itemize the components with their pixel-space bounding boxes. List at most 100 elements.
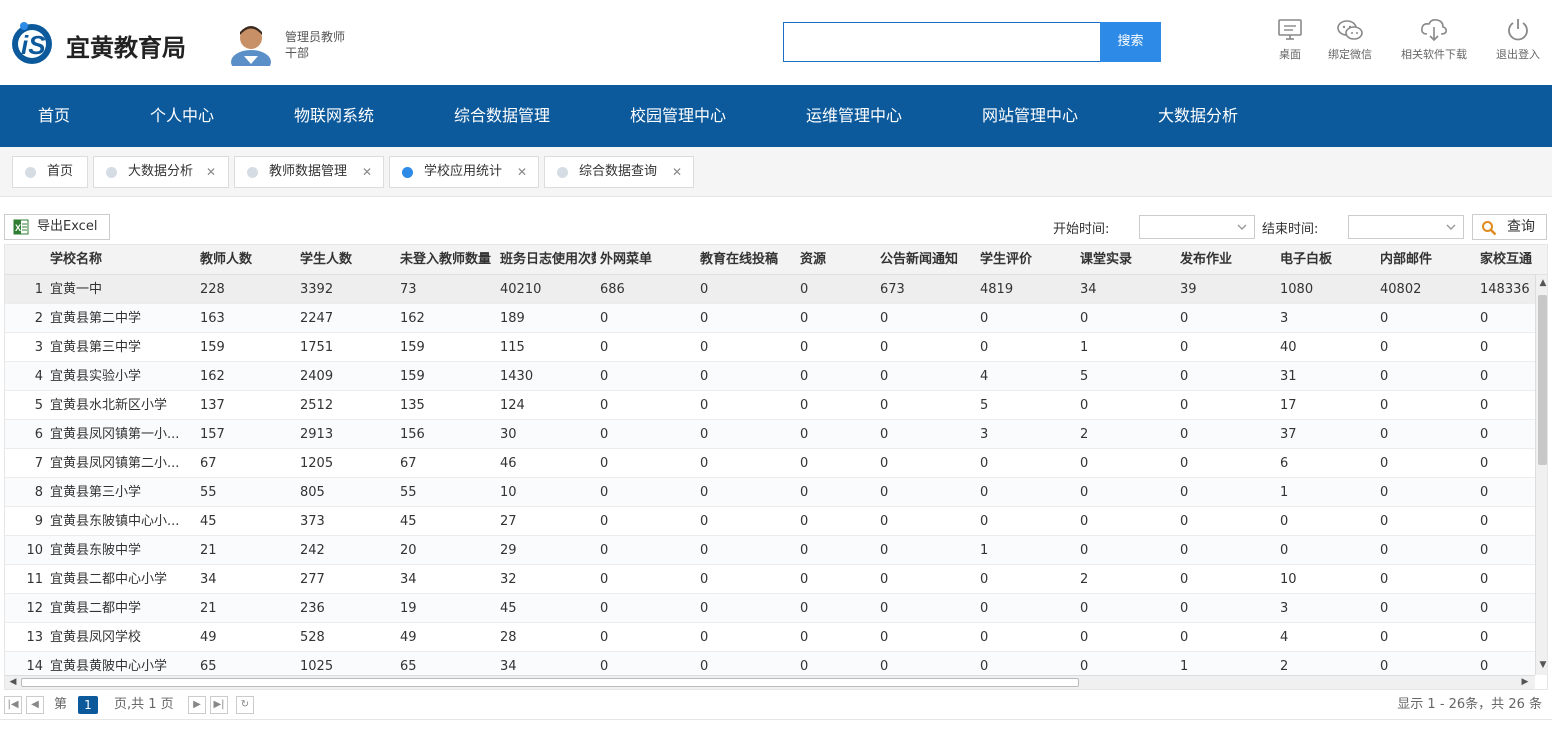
- tab-school-stats[interactable]: 学校应用统计 ✕: [389, 156, 539, 188]
- next-page-icon[interactable]: ▶: [188, 696, 206, 714]
- nav-personal-center[interactable]: 个人中心: [150, 85, 214, 147]
- table-cell: 0: [1480, 601, 1489, 616]
- export-excel-button[interactable]: X 导出Excel: [4, 214, 110, 240]
- table-cell: 0: [1180, 311, 1189, 326]
- nav-home[interactable]: 首页: [38, 85, 70, 147]
- table-cell: 0: [980, 485, 989, 500]
- scroll-up-icon[interactable]: ▲: [1537, 277, 1547, 289]
- table-cell: 3: [1280, 601, 1289, 616]
- header-desktop[interactable]: 桌面: [1276, 18, 1304, 62]
- header-logout[interactable]: 退出登入: [1493, 18, 1543, 62]
- table-row[interactable]: 6 宜黄县凤冈镇第一小... 157 2913 156 30 0 0 0 0 3 2 0 37 0 0: [5, 420, 1535, 449]
- table-row[interactable]: 8 宜黄县第三小学 55 805 55 10 0 0 0 0 0 0 0 1 0 0: [5, 478, 1535, 507]
- table-row[interactable]: 2 宜黄县第二中学 163 2247 162 189 0 0 0 0 0 0 0 3 0 0: [5, 304, 1535, 333]
- vertical-scrollbar[interactable]: ▲ ▼: [1535, 275, 1547, 675]
- start-time-select[interactable]: [1139, 215, 1255, 239]
- close-icon[interactable]: ✕: [517, 157, 527, 187]
- tab-home[interactable]: 首页: [12, 156, 88, 188]
- query-button[interactable]: 查询: [1472, 214, 1547, 240]
- tab-data-query[interactable]: 综合数据查询 ✕: [544, 156, 694, 188]
- table-cell: 2409: [300, 369, 334, 384]
- column-header[interactable]: 电子白板: [1280, 245, 1375, 275]
- header-wechat[interactable]: 绑定微信: [1326, 18, 1374, 62]
- end-time-select[interactable]: [1348, 215, 1464, 239]
- horizontal-scrollbar[interactable]: ◀ ▶: [5, 675, 1535, 689]
- scroll-right-icon[interactable]: ▶: [1519, 676, 1531, 688]
- table-cell: 0: [800, 311, 809, 326]
- table-row[interactable]: 1 宜黄一中 228 3392 73 40210 686 0 0 673 4819 34 39 1080 4…: [5, 275, 1535, 304]
- search-input[interactable]: [783, 22, 1101, 62]
- column-header[interactable]: 未登入教师数量: [400, 245, 496, 275]
- desktop-icon: [1276, 18, 1304, 42]
- table-row[interactable]: 4 宜黄县实验小学 162 2409 159 1430 0 0 0 0 4 5 0 31 0 0: [5, 362, 1535, 391]
- row-number: 2: [34, 311, 43, 326]
- close-icon[interactable]: ✕: [362, 157, 372, 187]
- table-row[interactable]: 13 宜黄县凤冈学校 49 528 49 28 0 0 0 0 0 0 0 4 0 0: [5, 623, 1535, 652]
- tab-big-data[interactable]: 大数据分析 ✕: [93, 156, 229, 188]
- table-cell: 0: [1280, 514, 1289, 529]
- table-cell: 0: [600, 485, 609, 500]
- column-header[interactable]: 学校名称: [50, 245, 190, 275]
- column-header[interactable]: 发布作业: [1180, 245, 1275, 275]
- column-header[interactable]: 资源: [800, 245, 875, 275]
- column-header[interactable]: 课堂实录: [1080, 245, 1175, 275]
- scroll-left-icon[interactable]: ◀: [7, 676, 19, 688]
- svg-text:iS: iS: [21, 30, 46, 60]
- nav-big-data[interactable]: 大数据分析: [1158, 85, 1238, 147]
- scroll-down-icon[interactable]: ▼: [1537, 659, 1547, 671]
- table-cell: 0: [700, 456, 709, 471]
- table-cell: 30: [500, 427, 517, 442]
- table-row[interactable]: 5 宜黄县水北新区小学 137 2512 135 124 0 0 0 0 5 0 0 17 0 0: [5, 391, 1535, 420]
- table-cell: 3: [980, 427, 989, 442]
- close-icon[interactable]: ✕: [672, 157, 682, 187]
- table-cell: 673: [880, 282, 905, 297]
- vertical-scroll-thumb[interactable]: [1538, 295, 1547, 465]
- nav-ops-management[interactable]: 运维管理中心: [806, 85, 902, 147]
- header-download[interactable]: 相关软件下载: [1397, 18, 1471, 62]
- tab-dot-icon: [106, 167, 117, 178]
- table-cell: 373: [300, 514, 325, 529]
- toolbar: X 导出Excel 开始时间: 结束时间: 查询: [0, 210, 1552, 244]
- first-page-icon[interactable]: |◀: [4, 696, 22, 714]
- table-row[interactable]: 9 宜黄县东陂镇中心小... 45 373 45 27 0 0 0 0 0 0 0 0 0 0: [5, 507, 1535, 536]
- column-header[interactable]: 教育在线投稿: [700, 245, 795, 275]
- nav-website-management[interactable]: 网站管理中心: [982, 85, 1078, 147]
- last-page-icon[interactable]: ▶|: [210, 696, 228, 714]
- column-header[interactable]: 学生人数: [300, 245, 395, 275]
- refresh-icon[interactable]: ↻: [236, 696, 254, 714]
- column-header[interactable]: 外网菜单: [600, 245, 695, 275]
- tab-teacher-data[interactable]: 教师数据管理 ✕: [234, 156, 384, 188]
- column-header[interactable]: 教师人数: [200, 245, 295, 275]
- column-header[interactable]: 班务日志使用次数: [500, 245, 596, 275]
- tab-dot-icon: [557, 167, 568, 178]
- column-header[interactable]: 公告新闻通知: [880, 245, 975, 275]
- table-row[interactable]: 10 宜黄县东陂中学 21 242 20 29 0 0 0 0 1 0 0 0 0 0: [5, 536, 1535, 565]
- tab-dot-icon: [247, 167, 258, 178]
- prev-page-icon[interactable]: ◀: [26, 696, 44, 714]
- table-row[interactable]: 7 宜黄县凤冈镇第二小... 67 1205 67 46 0 0 0 0 0 0 0 6 0 0: [5, 449, 1535, 478]
- table-row[interactable]: 3 宜黄县第三中学 159 1751 159 115 0 0 0 0 0 1 0 40 0 0: [5, 333, 1535, 362]
- nav-campus-management[interactable]: 校园管理中心: [630, 85, 726, 147]
- table-row[interactable]: 12 宜黄县二都中学 21 236 19 45 0 0 0 0 0 0 0 3 0 0: [5, 594, 1535, 623]
- table-cell: 1430: [500, 369, 534, 384]
- nav-data-management[interactable]: 综合数据管理: [454, 85, 550, 147]
- column-header[interactable]: 家校互通: [1480, 245, 1535, 275]
- search-button[interactable]: 搜索: [1100, 22, 1161, 62]
- table-cell: 228: [200, 282, 225, 297]
- table-cell: 宜黄县东陂镇中心小...: [50, 514, 180, 529]
- horizontal-scroll-thumb[interactable]: [21, 678, 1079, 687]
- column-header[interactable]: 内部邮件: [1380, 245, 1475, 275]
- avatar[interactable]: [228, 20, 274, 74]
- table-cell: 1: [980, 543, 989, 558]
- column-header[interactable]: 学生评价: [980, 245, 1075, 275]
- logo-text: 宜黄教育局: [66, 34, 186, 62]
- nav-iot-system[interactable]: 物联网系统: [294, 85, 374, 147]
- close-icon[interactable]: ✕: [206, 157, 216, 187]
- table-cell: 宜黄县二都中心小学: [50, 572, 168, 587]
- table-cell: 34: [400, 572, 417, 587]
- table-row[interactable]: 11 宜黄县二都中心小学 34 277 34 32 0 0 0 0 0 2 0 10 0 0: [5, 565, 1535, 594]
- table-cell: 0: [1480, 543, 1489, 558]
- current-page-input[interactable]: 1: [78, 696, 98, 714]
- tab-label: 综合数据查询: [579, 164, 658, 179]
- table-cell: 0: [1180, 572, 1189, 587]
